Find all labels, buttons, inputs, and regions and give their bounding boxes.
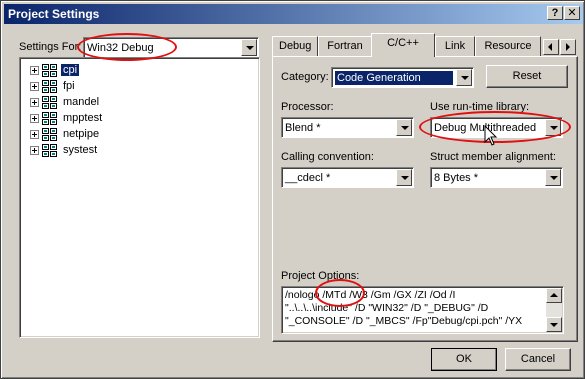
category-label: Category: [281,71,329,83]
tab-scroll-right-button[interactable] [560,39,576,55]
chevron-down-icon [550,323,558,327]
project-icon [42,79,57,93]
project-icon [42,95,57,109]
tree-item-mandel[interactable]: mandel [30,94,101,110]
help-button[interactable]: ? [547,6,563,20]
chevron-right-icon [566,43,570,51]
expand-icon[interactable] [30,65,39,75]
tab-resource[interactable]: Resource [475,36,541,56]
struct-alignment-value: 8 Bytes * [434,172,479,184]
tab-link[interactable]: Link [435,36,475,56]
mouse-cursor-icon [484,125,498,146]
tree-item-label: mandel [63,96,100,108]
settings-for-label: Settings For: [19,41,82,53]
chevron-down-icon[interactable] [396,119,412,136]
tree-item-label: fpi [63,80,75,92]
project-options-label: Project Options: [281,270,360,282]
processor-label: Processor: [281,101,334,113]
options-scrollbar[interactable] [546,288,562,332]
ok-button[interactable]: OK [431,348,497,371]
category-value: Code Generation [335,71,453,85]
project-settings-dialog: Project Settings ? ✕ Settings For: Win32… [0,0,585,379]
tree-item-systest[interactable]: systest [30,142,99,158]
processor-combo[interactable]: Blend * [281,117,414,138]
chevron-down-icon[interactable] [545,119,561,136]
chevron-down-icon[interactable] [396,169,412,186]
project-tree[interactable]: cpi fpi mandel mpptest netpipe systest [19,57,260,338]
calling-convention-combo[interactable]: __cdecl * [281,167,414,188]
tree-item-mpptest[interactable]: mpptest [30,110,104,126]
help-icon: ? [551,7,559,19]
expand-icon[interactable] [30,113,39,123]
tab-panel: Category: Code Generation Reset Processo… [272,56,578,342]
scroll-down-button[interactable] [546,317,562,332]
tree-item-label: systest [63,144,98,156]
chevron-down-icon[interactable] [545,169,561,186]
struct-alignment-combo[interactable]: 8 Bytes * [430,167,563,188]
scroll-up-button[interactable] [546,288,562,303]
project-icon [42,127,57,141]
expand-icon[interactable] [30,129,39,139]
processor-value: Blend * [285,122,321,134]
close-icon: ✕ [567,7,577,19]
tree-item-label: netpipe [63,128,100,140]
tree-item-label: cpi [61,64,80,76]
close-button[interactable]: ✕ [564,6,580,20]
struct-alignment-label: Struct member alignment: [430,151,556,163]
project-icon [42,111,57,125]
tree-item-netpipe[interactable]: netpipe [30,126,101,142]
options-line-1: /nologo /MTd /W3 /Gm /GX /ZI /Od /I [285,289,456,301]
reset-button[interactable]: Reset [486,65,568,88]
settings-for-value: Win32 Debug [87,42,154,54]
cancel-button[interactable]: Cancel [505,348,571,371]
options-line-3: "_CONSOLE" /D "_MBCS" /Fp"Debug/cpi.pch"… [285,315,523,327]
category-combo[interactable]: Code Generation [331,67,474,88]
tree-item-cpi[interactable]: cpi [30,62,80,78]
tab-fortran[interactable]: Fortran [318,36,372,56]
tab-c-cpp[interactable]: C/C++ [371,33,435,57]
chevron-left-icon [548,43,552,51]
calling-convention-label: Calling convention: [281,151,374,163]
expand-icon[interactable] [30,97,39,107]
chevron-down-icon[interactable] [456,69,472,86]
project-icon [42,143,57,157]
chevron-down-icon[interactable] [241,39,257,56]
title-bar: Project Settings [4,4,583,24]
window-title: Project Settings [8,7,100,21]
expand-icon[interactable] [30,145,39,155]
options-line-2: "..\..\..\include" /D "WIN32" /D "_DEBUG… [285,302,489,314]
chevron-up-icon [550,293,558,297]
project-icon [42,63,57,77]
tab-scroll-left-button[interactable] [543,39,559,55]
project-options-textarea[interactable]: /nologo /MTd /W3 /Gm /GX /ZI /Od /I "..\… [281,286,564,334]
expand-icon[interactable] [30,81,39,91]
tab-debug[interactable]: Debug [272,36,318,56]
calling-convention-value: __cdecl * [285,172,331,184]
settings-for-combo[interactable]: Win32 Debug [83,37,259,58]
tree-item-fpi[interactable]: fpi [30,78,77,94]
tree-item-label: mpptest [63,112,103,124]
runtime-label: Use run-time library: [430,101,530,113]
